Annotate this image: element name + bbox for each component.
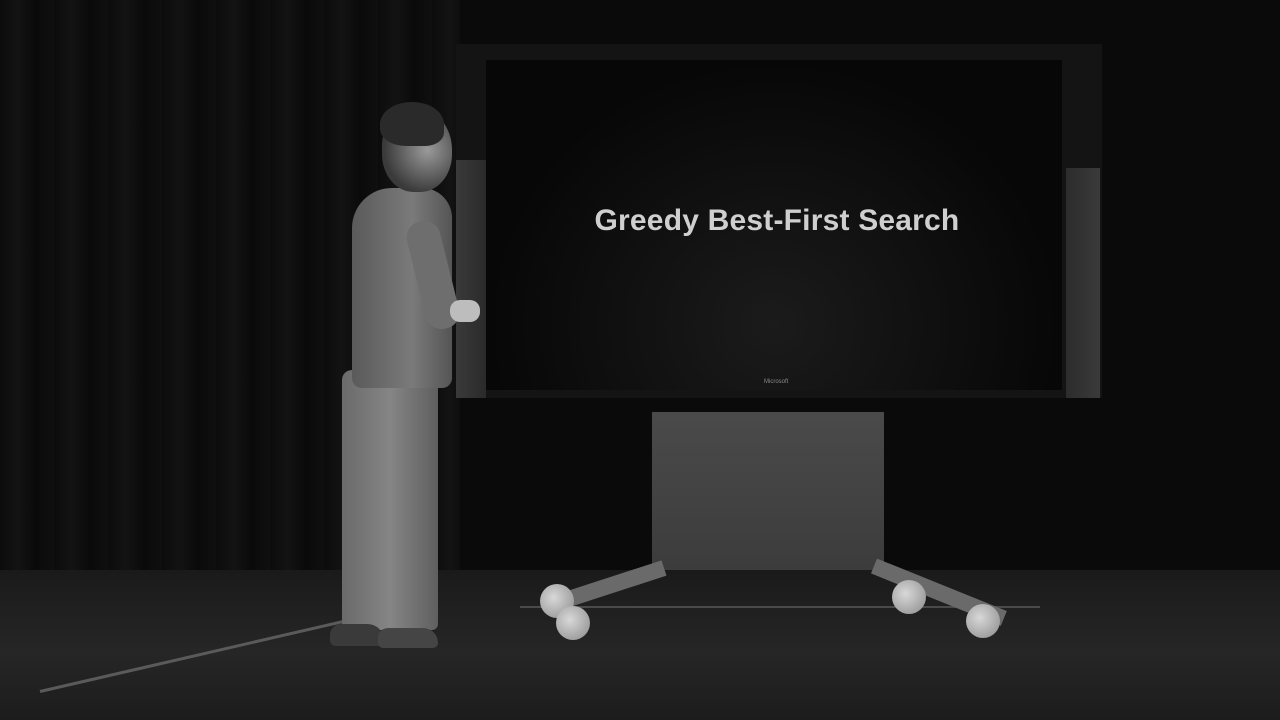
caster-wheel xyxy=(556,606,590,640)
right-speaker-bar xyxy=(1066,168,1100,398)
stage-floor xyxy=(0,570,1280,720)
caster-wheel xyxy=(966,604,1000,638)
presenter-shoe xyxy=(378,628,438,648)
slide-title: Greedy Best-First Search xyxy=(594,204,960,237)
display-stand xyxy=(652,412,884,570)
presenter-hair xyxy=(380,102,444,146)
caster-wheel xyxy=(892,580,926,614)
presenter xyxy=(330,100,490,660)
presenter-hand xyxy=(450,300,480,322)
stage-scene: Greedy Best-First Search Microsoft xyxy=(0,0,1280,720)
display-brand-logo: Microsoft xyxy=(764,379,789,385)
presenter-legs xyxy=(342,370,438,630)
presenter-shoe xyxy=(330,624,384,646)
